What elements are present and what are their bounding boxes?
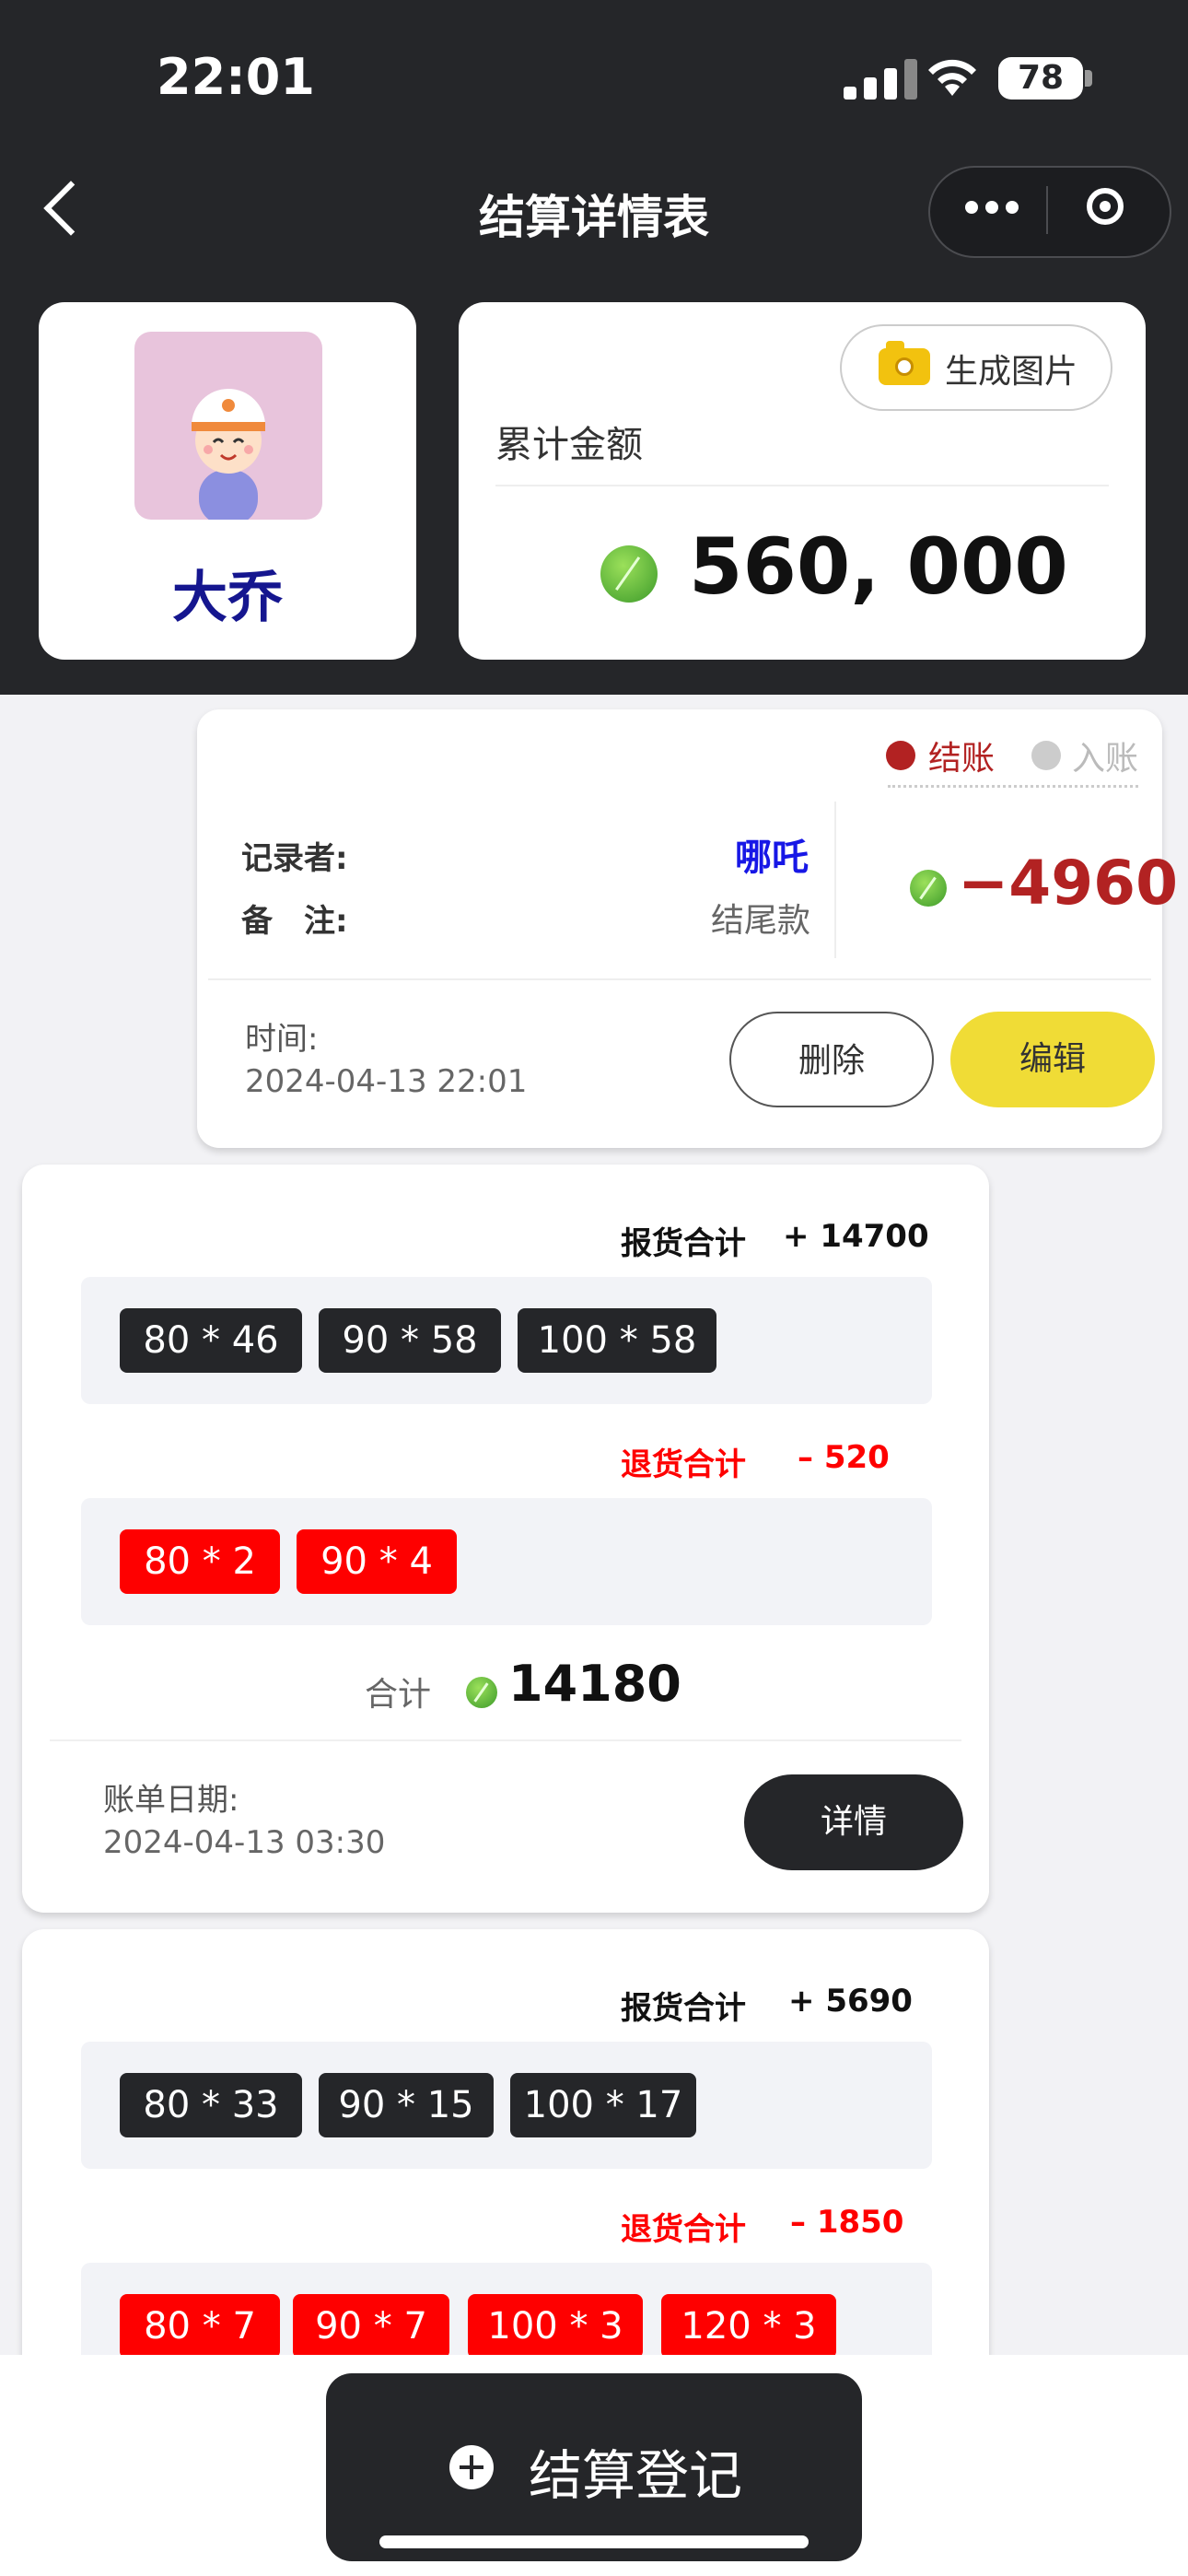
cabbage-icon bbox=[600, 545, 658, 603]
avatar-illustration bbox=[192, 389, 265, 520]
report-total-value: + 14700 bbox=[783, 1218, 929, 1255]
time-label: 时间: bbox=[245, 1021, 319, 1058]
deposit-radio[interactable] bbox=[1031, 741, 1061, 770]
cabbage-icon bbox=[466, 1677, 497, 1708]
return-tag: 80 * 2 bbox=[120, 1529, 280, 1594]
settlement-register-label: 结算登记 bbox=[529, 2444, 743, 2507]
report-total-label: 报货合计 bbox=[621, 1225, 746, 1262]
bill-date-value: 2024-04-13 03:30 bbox=[103, 1824, 386, 1861]
record-amount: −4960 bbox=[958, 848, 1178, 919]
camera-icon bbox=[879, 341, 930, 385]
divider bbox=[495, 485, 1109, 486]
generate-image-label: 生成图片 bbox=[945, 353, 1078, 391]
divider bbox=[834, 802, 836, 958]
home-indicator bbox=[379, 2535, 809, 2548]
close-miniprogram-icon[interactable] bbox=[1087, 188, 1124, 225]
return-tag: 80 * 7 bbox=[120, 2294, 280, 2359]
report-tag: 90 * 15 bbox=[319, 2073, 494, 2137]
plus-circle-icon bbox=[449, 2445, 494, 2489]
edit-button[interactable]: 编辑 bbox=[950, 1012, 1155, 1107]
return-tag: 90 * 7 bbox=[293, 2294, 449, 2359]
record-card: 结账 入账 记录者: 哪吒 备 注: 结尾款 −4960 时间: 2024-04… bbox=[197, 709, 1178, 1148]
report-tag: 100 * 17 bbox=[510, 2073, 696, 2137]
divider bbox=[208, 978, 1151, 980]
note-value: 结尾款 bbox=[710, 902, 810, 940]
recorder-value: 哪吒 bbox=[735, 837, 809, 879]
return-total-value: – 520 bbox=[798, 1439, 890, 1476]
user-card: 大乔 bbox=[39, 302, 416, 660]
report-tag: 80 * 33 bbox=[120, 2073, 302, 2137]
note-label: 备 注: bbox=[241, 903, 348, 940]
dotted-divider bbox=[888, 785, 1138, 788]
report-total-value: + 5690 bbox=[788, 1983, 913, 2020]
return-tag: 90 * 4 bbox=[297, 1529, 457, 1594]
time-value: 2024-04-13 22:01 bbox=[245, 1063, 528, 1100]
wifi-icon bbox=[928, 59, 976, 96]
return-tag: 100 * 3 bbox=[468, 2294, 643, 2359]
report-tag: 80 * 46 bbox=[120, 1308, 302, 1373]
report-tags: 80 * 46 90 * 58 100 * 58 bbox=[81, 1277, 932, 1404]
report-tag: 100 * 58 bbox=[518, 1308, 716, 1373]
total-label: 累计金额 bbox=[495, 424, 643, 466]
divider bbox=[50, 1739, 961, 1741]
sum-label: 合计 bbox=[365, 1676, 432, 1714]
capsule-divider bbox=[1046, 186, 1048, 234]
settlement-register-button[interactable]: 结算登记 bbox=[326, 2373, 862, 2561]
total-amount: 560, 000 bbox=[689, 521, 1068, 612]
status-time: 22:01 bbox=[157, 48, 315, 106]
return-tags: 80 * 2 90 * 4 bbox=[81, 1498, 932, 1625]
checkout-radio[interactable] bbox=[886, 741, 915, 770]
user-name: 大乔 bbox=[172, 566, 283, 630]
bill-card: 报货合计 + 14700 80 * 46 90 * 58 100 * 58 退货… bbox=[22, 1165, 989, 1913]
page-title: 结算详情表 bbox=[479, 191, 709, 244]
detail-button[interactable]: 详情 bbox=[744, 1774, 963, 1870]
sum-value: 14180 bbox=[508, 1655, 681, 1713]
recorder-label: 记录者: bbox=[241, 840, 348, 877]
return-total-label: 退货合计 bbox=[621, 1446, 746, 1483]
report-total-label: 报货合计 bbox=[621, 1990, 746, 2027]
report-tag: 90 * 58 bbox=[319, 1308, 501, 1373]
more-icon[interactable] bbox=[963, 193, 1022, 221]
cellular-signal-icon bbox=[844, 57, 921, 100]
return-tag: 120 * 3 bbox=[661, 2294, 836, 2359]
total-card: 生成图片 累计金额 560, 000 bbox=[459, 302, 1146, 660]
report-tags: 80 * 33 90 * 15 100 * 17 bbox=[81, 2042, 932, 2169]
delete-button[interactable]: 删除 bbox=[729, 1012, 934, 1107]
deposit-label[interactable]: 入账 bbox=[1072, 732, 1138, 779]
battery-icon: 78 bbox=[998, 57, 1083, 100]
return-total-label: 退货合计 bbox=[621, 2211, 746, 2248]
avatar bbox=[134, 332, 322, 520]
bill-date-label: 账单日期: bbox=[103, 1782, 239, 1819]
generate-image-button[interactable]: 生成图片 bbox=[840, 324, 1112, 411]
checkout-label[interactable]: 结账 bbox=[928, 732, 995, 779]
cabbage-icon bbox=[910, 870, 947, 907]
return-total-value: – 1850 bbox=[790, 2204, 904, 2241]
battery-tip bbox=[1085, 70, 1092, 87]
